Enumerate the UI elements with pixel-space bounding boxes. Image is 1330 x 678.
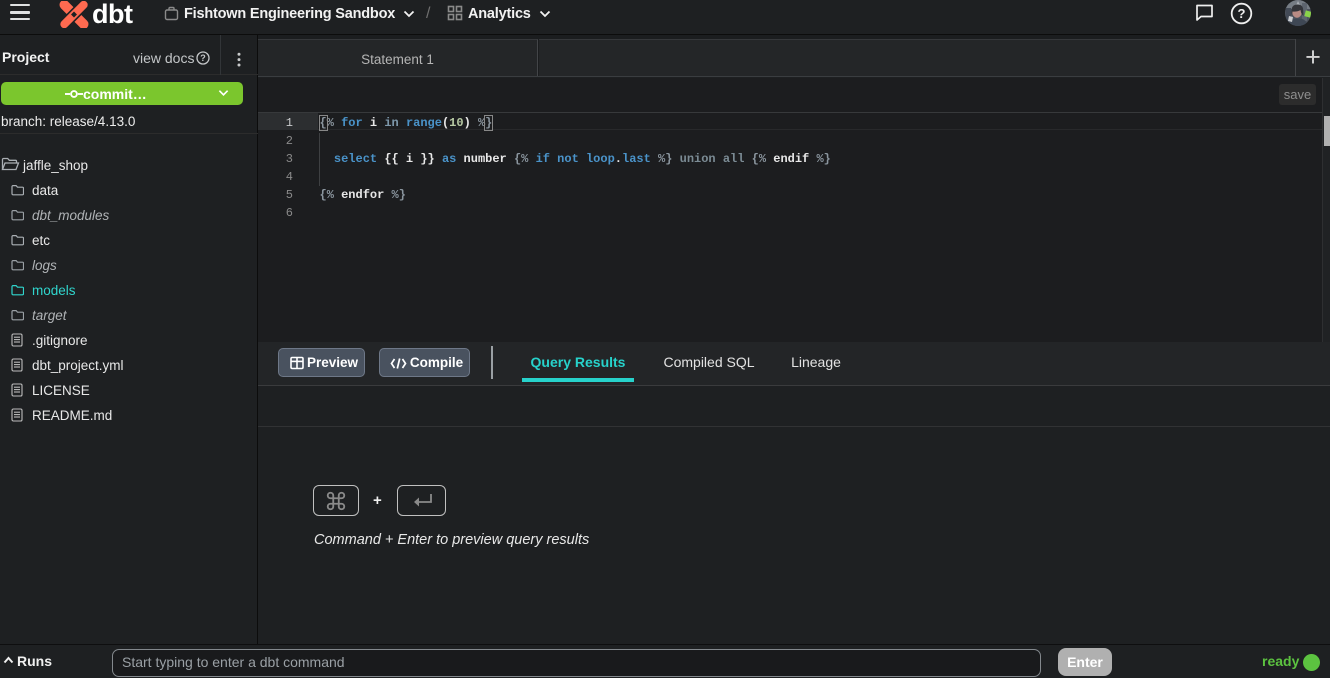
svg-text:?: ? (200, 53, 206, 63)
svg-text:?: ? (1238, 6, 1246, 21)
